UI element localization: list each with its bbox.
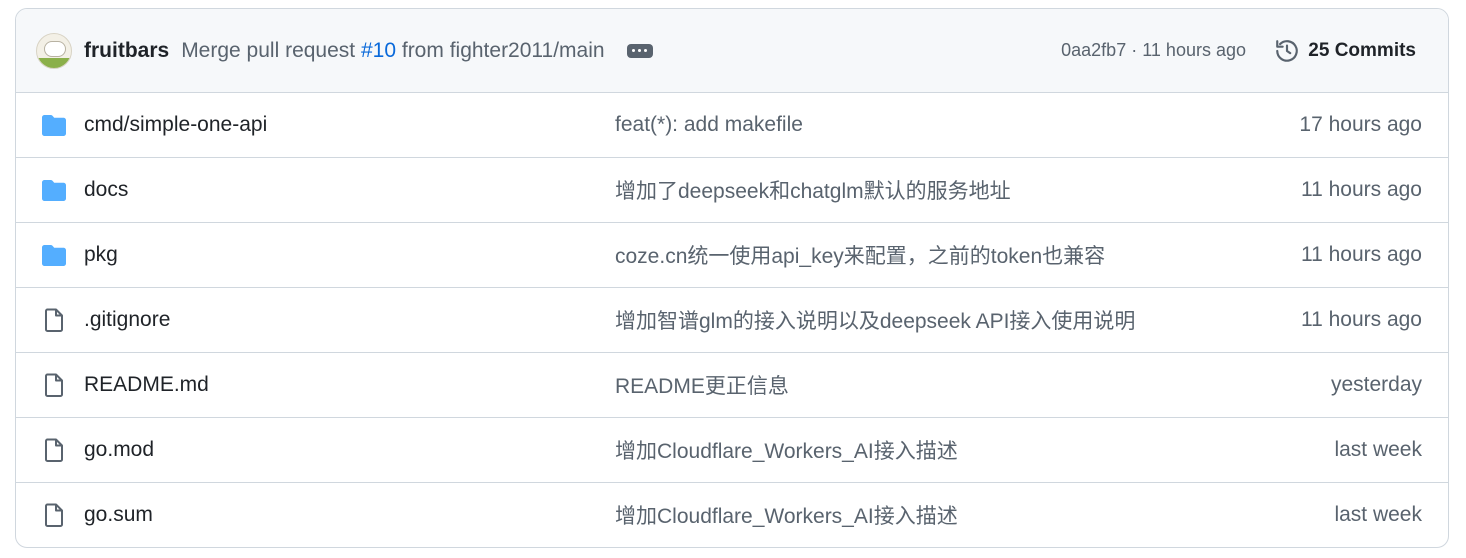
file-name-link[interactable]: go.sum [84, 503, 153, 527]
file-commit-time: yesterday [1330, 373, 1422, 396]
folder-icon [41, 113, 67, 137]
commit-meta: 0aa2fb7 · 11 hours ago [1061, 40, 1246, 61]
file-row[interactable]: go.sum 增加Cloudflare_Workers_AI接入描述 last we… [16, 483, 1448, 547]
commits-count-label: 25 Commits [1308, 39, 1416, 61]
file-icon [41, 373, 67, 397]
commit-message-suffix[interactable]: from fighter2011/main [402, 39, 605, 62]
meta-separator: · [1131, 40, 1138, 60]
file-icon [41, 308, 67, 332]
file-icon [41, 438, 67, 462]
folder-icon [41, 243, 67, 267]
file-name-link[interactable]: go.mod [84, 438, 154, 462]
file-commit-message-link[interactable]: README更正信息 [615, 370, 789, 400]
file-name-link[interactable]: pkg [84, 243, 118, 267]
file-commit-message-link[interactable]: coze.cn统一使用api_key来配置，之前的token也兼容 [615, 240, 1105, 270]
commits-history-button[interactable]: 25 Commits [1274, 38, 1416, 64]
file-name-link[interactable]: .gitignore [84, 308, 170, 332]
file-commit-message-link[interactable]: 增加了deepseek和chatglm默认的服务地址 [615, 175, 1011, 205]
commit-message[interactable]: Merge pull request #10 from fighter2011/… [181, 39, 604, 63]
file-row[interactable]: pkg coze.cn统一使用api_key来配置，之前的token也兼容 11 h… [16, 223, 1448, 288]
file-browser: fruitbars Merge pull request #10 from fi… [15, 8, 1449, 548]
history-icon [1276, 39, 1299, 62]
file-commit-message-link[interactable]: feat(*): add makefile [615, 113, 803, 137]
commit-hash-link[interactable]: 0aa2fb7 [1061, 40, 1126, 60]
file-icon [41, 503, 67, 527]
file-name-link[interactable]: docs [84, 178, 128, 202]
file-row[interactable]: docs 增加了deepseek和chatglm默认的服务地址 11 hours a… [16, 158, 1448, 223]
file-commit-time: 11 hours ago [1300, 178, 1422, 201]
file-row[interactable]: go.mod 增加Cloudflare_Workers_AI接入描述 last we… [16, 418, 1448, 483]
file-commit-message-link[interactable]: 增加智谱glm的接入说明以及deepseek API接入使用说明 [615, 305, 1135, 335]
file-commit-message-link[interactable]: 增加Cloudflare_Workers_AI接入描述 [615, 500, 958, 530]
file-commit-time: last week [1334, 438, 1422, 461]
file-row[interactable]: cmd/simple-one-api feat(*): add makefile 1… [16, 93, 1448, 158]
file-commit-time: 11 hours ago [1300, 308, 1422, 331]
latest-commit-bar: fruitbars Merge pull request #10 from fi… [16, 9, 1448, 93]
file-commit-time: 17 hours ago [1299, 113, 1422, 136]
file-name-link[interactable]: cmd/simple-one-api [84, 113, 267, 137]
file-commit-message-link[interactable]: 增加Cloudflare_Workers_AI接入描述 [615, 435, 958, 465]
folder-icon [41, 178, 67, 202]
author-avatar[interactable] [36, 32, 72, 69]
file-list: cmd/simple-one-api feat(*): add makefile 1… [16, 93, 1448, 547]
file-row[interactable]: README.md README更正信息 yesterday [16, 353, 1448, 418]
commit-message-prefix[interactable]: Merge pull request [181, 39, 355, 62]
file-commit-time: last week [1334, 503, 1422, 526]
file-commit-time: 11 hours ago [1300, 243, 1422, 266]
file-name-link[interactable]: README.md [84, 373, 209, 397]
expand-message-button[interactable] [626, 43, 653, 58]
commit-time: 11 hours ago [1142, 40, 1246, 60]
pull-request-link[interactable]: #10 [361, 39, 396, 62]
file-row[interactable]: .gitignore 增加智谱glm的接入说明以及deepseek API接入使用… [16, 288, 1448, 353]
commit-author-link[interactable]: fruitbars [84, 39, 169, 63]
